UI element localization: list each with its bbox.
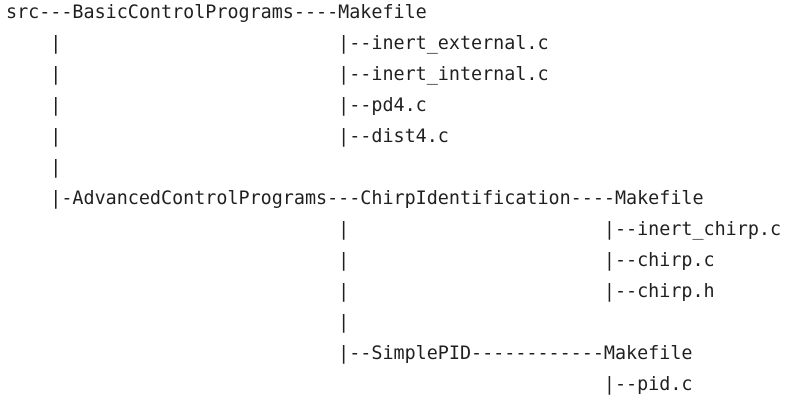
file-tree-diagram: src---BasicControlPrograms----Makefile |… (0, 0, 799, 403)
tree-line-advanced-control-programs: |-AdvancedControlPrograms---ChirpIdentif… (6, 188, 704, 209)
tree-line-simple-pid: |--SimplePID------------Makefile (6, 343, 693, 364)
tree-line-pid-c: |--pid.c (6, 374, 693, 395)
tree-line-src-basic-control-programs: src---BasicControlPrograms----Makefile (6, 2, 427, 23)
tree-line-chirp-h: | |--chirp.h (6, 281, 715, 302)
tree-line-chirp-branch-connector: | (6, 312, 350, 333)
tree-line-chirp-c: | |--chirp.c (6, 250, 715, 271)
tree-line-branch-connector: | (6, 157, 62, 178)
tree-line-inert-chirp: | |--inert_chirp.c (6, 219, 782, 240)
tree-line-dist4: | |--dist4.c (6, 126, 449, 147)
tree-line-inert-internal: | |--inert_internal.c (6, 64, 549, 85)
tree-line-inert-external: | |--inert_external.c (6, 33, 549, 54)
tree-line-pd4: | |--pd4.c (6, 95, 427, 116)
